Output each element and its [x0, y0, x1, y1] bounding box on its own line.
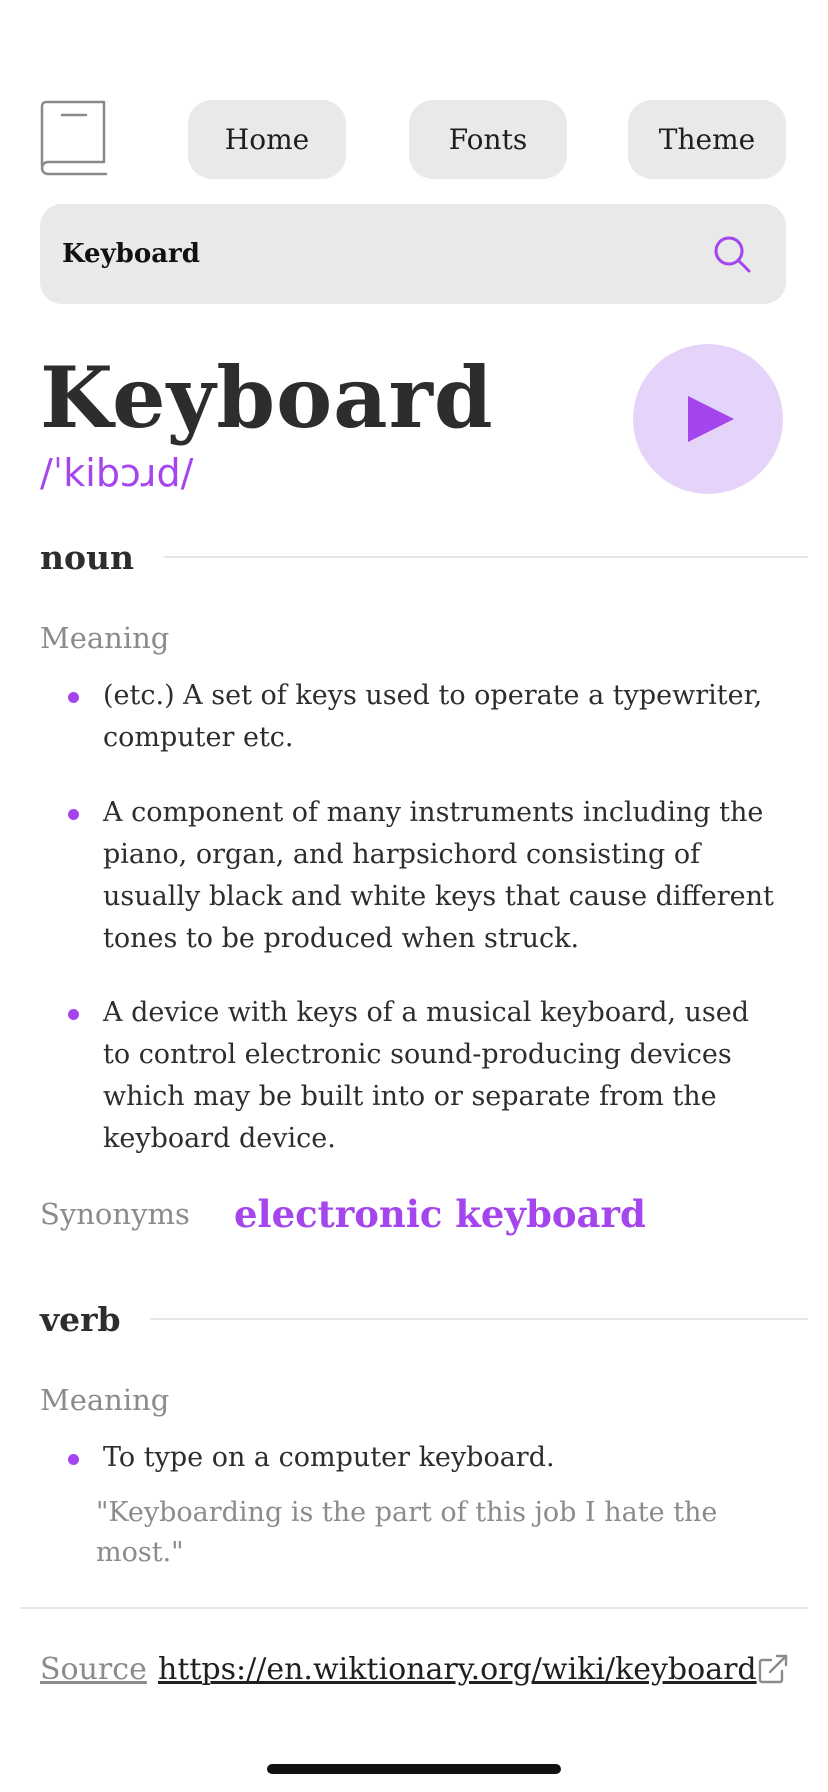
definition-item: A component of many instruments includin…	[103, 797, 774, 954]
meaning-label: Meaning	[40, 621, 170, 655]
source-link[interactable]: https://en.wiktionary.org/wiki/keyboard	[158, 1650, 757, 1690]
phonetic-text: /ˈkibɔɹd/	[40, 451, 194, 495]
synonyms-label: Synonyms	[40, 1197, 190, 1231]
source-label: Source	[40, 1652, 147, 1687]
footer-divider	[20, 1607, 808, 1609]
search-input[interactable]	[62, 204, 702, 304]
bullet-icon	[68, 1009, 79, 1020]
play-pronunciation-button[interactable]	[633, 344, 783, 494]
search-bar	[40, 204, 786, 304]
definition-item: To type on a computer keyboard.	[103, 1442, 555, 1473]
bullet-icon	[68, 809, 79, 820]
theme-button[interactable]: Theme	[628, 100, 786, 179]
part-of-speech-verb: verb	[40, 1300, 121, 1339]
word-title: Keyboard	[40, 348, 494, 447]
example-quote: "Keyboarding is the part of this job I h…	[96, 1497, 718, 1568]
home-indicator[interactable]	[267, 1764, 561, 1774]
fonts-button[interactable]: Fonts	[409, 100, 567, 179]
external-link-icon[interactable]	[758, 1654, 788, 1684]
bullet-icon	[68, 692, 79, 703]
bullet-icon	[68, 1454, 79, 1465]
home-button[interactable]: Home	[188, 100, 346, 179]
search-icon[interactable]	[712, 234, 752, 274]
play-icon	[688, 396, 734, 442]
divider	[164, 556, 808, 558]
divider	[150, 1318, 808, 1320]
book-logo-icon[interactable]	[40, 100, 108, 176]
definition-item: A device with keys of a musical keyboard…	[103, 997, 750, 1154]
meaning-label: Meaning	[40, 1383, 170, 1417]
synonym-link[interactable]: electronic keyboard	[234, 1192, 646, 1236]
part-of-speech-noun: noun	[40, 538, 134, 577]
definition-item: (etc.) A set of keys used to operate a t…	[103, 680, 763, 753]
